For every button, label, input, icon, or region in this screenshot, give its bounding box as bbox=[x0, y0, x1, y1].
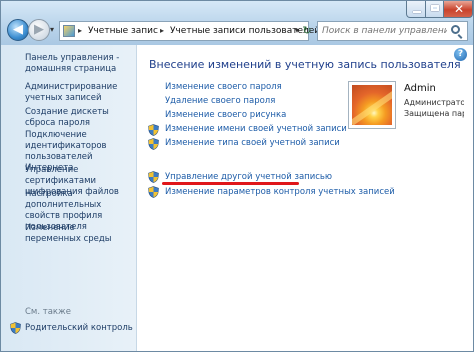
main-content: ? Внесение изменений в учетную запись по… bbox=[138, 45, 473, 351]
page-title: Внесение изменений в учетную запись поль… bbox=[149, 58, 461, 71]
address-bar[interactable]: ▸ Учетные запис ▸ Учетные записи пользов… bbox=[59, 21, 320, 41]
parental-control-link[interactable]: Родительский контроль bbox=[25, 323, 133, 333]
breadcrumb-item[interactable]: Учетные запис bbox=[88, 22, 158, 40]
close-icon: ✕ bbox=[453, 2, 465, 16]
task-pane: Панель управления - домашняя страница Ад… bbox=[1, 45, 137, 351]
minimize-icon bbox=[413, 11, 421, 13]
maximize-icon bbox=[431, 5, 439, 11]
see-also-heading: См. также bbox=[25, 307, 71, 317]
search-input[interactable] bbox=[320, 23, 449, 39]
maximize-button[interactable] bbox=[425, 1, 444, 18]
account-card: Admin Администратор Защищена паролем bbox=[348, 81, 464, 131]
uac-shield-icon bbox=[148, 171, 159, 183]
task-link[interactable]: Создание дискеты сброса пароля bbox=[25, 107, 133, 129]
recent-pages-dropdown[interactable]: ▾ bbox=[50, 26, 58, 34]
refresh-button[interactable]: ↻ bbox=[299, 21, 315, 41]
manage-another-account-link[interactable]: Управление другой учетной записью bbox=[165, 172, 332, 182]
user-picture bbox=[352, 85, 392, 125]
account-name: Admin bbox=[404, 83, 436, 94]
uac-shield-icon bbox=[10, 322, 21, 334]
minimize-button[interactable] bbox=[406, 1, 426, 18]
window-frame-toolbar: ✕ ◀ ▶ ▾ ▸ Учетные запис ▸ Учетные записи… bbox=[1, 1, 473, 45]
breadcrumb-separator[interactable]: ▸ bbox=[78, 22, 82, 40]
uac-shield-icon bbox=[148, 138, 159, 150]
control-panel-icon bbox=[63, 25, 75, 37]
change-account-type-link[interactable]: Изменение типа своей учетной записи bbox=[165, 138, 340, 148]
search-icon[interactable] bbox=[451, 25, 460, 34]
change-account-name-link[interactable]: Изменение имени своей учетной записи bbox=[165, 124, 347, 134]
forward-button[interactable]: ▶ bbox=[28, 19, 50, 41]
remove-password-link[interactable]: Удаление своего пароля bbox=[165, 96, 275, 106]
control-panel-home-link[interactable]: Панель управления - домашняя страница bbox=[25, 53, 133, 75]
search-box[interactable] bbox=[317, 21, 468, 41]
control-panel-window: ✕ ◀ ▶ ▾ ▸ Учетные запис ▸ Учетные записи… bbox=[0, 0, 474, 352]
uac-shield-icon bbox=[148, 124, 159, 136]
change-picture-link[interactable]: Изменение своего рисунка bbox=[165, 110, 286, 120]
highlight-underline bbox=[162, 182, 299, 185]
uac-shield-icon bbox=[148, 186, 159, 198]
change-password-link[interactable]: Изменение своего пароля bbox=[165, 82, 282, 92]
back-arrow-icon: ◀ bbox=[13, 22, 23, 37]
breadcrumb-separator[interactable]: ▸ bbox=[160, 22, 164, 40]
avatar bbox=[348, 81, 396, 129]
account-type: Администратор bbox=[404, 98, 464, 107]
back-button[interactable]: ◀ bbox=[7, 19, 29, 41]
uac-settings-link[interactable]: Изменение параметров контроля учетных за… bbox=[165, 187, 395, 197]
task-link[interactable]: Администрирование учетных записей bbox=[25, 82, 133, 104]
password-state: Защищена паролем bbox=[404, 109, 464, 118]
close-button[interactable]: ✕ bbox=[443, 1, 473, 18]
forward-arrow-icon: ▶ bbox=[34, 22, 44, 37]
task-link[interactable]: Изменение переменных среды bbox=[25, 223, 133, 245]
